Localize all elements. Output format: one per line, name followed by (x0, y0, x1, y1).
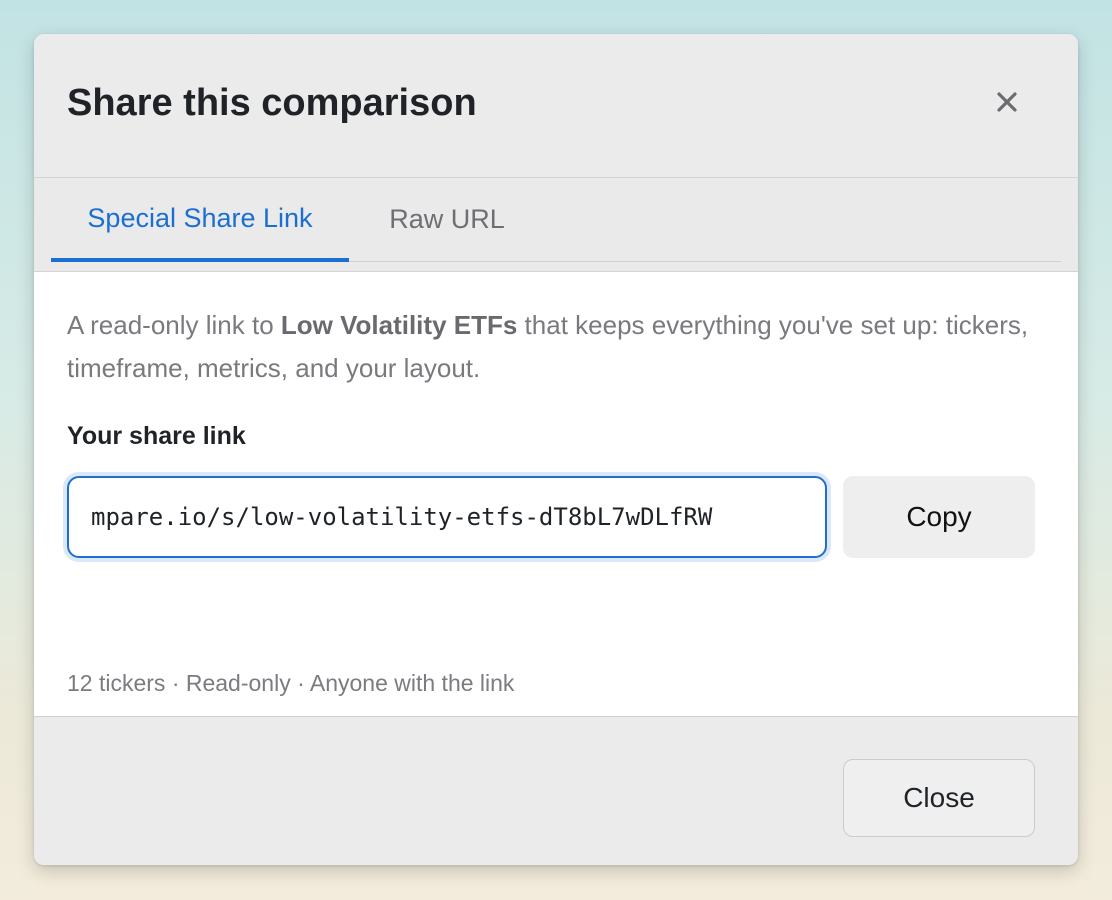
share-dialog: Share this comparison Special Share Link… (34, 34, 1078, 865)
comparison-name: Low Volatility ETFs (280, 310, 518, 340)
dialog-footer: Close (34, 716, 1078, 865)
tab-bar: Special Share Link Raw URL (34, 178, 1078, 272)
dialog-body: A read-only link to Low Volatility ETFs … (34, 272, 1078, 716)
share-link-label: Your share link (67, 422, 246, 450)
share-description: A read-only link to Low Volatility ETFs … (67, 304, 1057, 390)
close-button[interactable]: Close (843, 759, 1035, 837)
copy-button[interactable]: Copy (843, 476, 1035, 558)
tab-raw-url[interactable]: Raw URL (369, 178, 525, 261)
share-link-input[interactable] (67, 476, 827, 558)
dialog-header: Share this comparison (34, 34, 1078, 178)
close-icon[interactable] (989, 84, 1025, 120)
dialog-title: Share this comparison (67, 82, 477, 124)
description-prefix: A read-only link to (67, 310, 281, 340)
share-meta-info: 12 tickers · Read-only · Anyone with the… (67, 670, 515, 696)
tab-list: Special Share Link Raw URL (51, 178, 1061, 262)
tab-special-share-link[interactable]: Special Share Link (51, 178, 349, 262)
